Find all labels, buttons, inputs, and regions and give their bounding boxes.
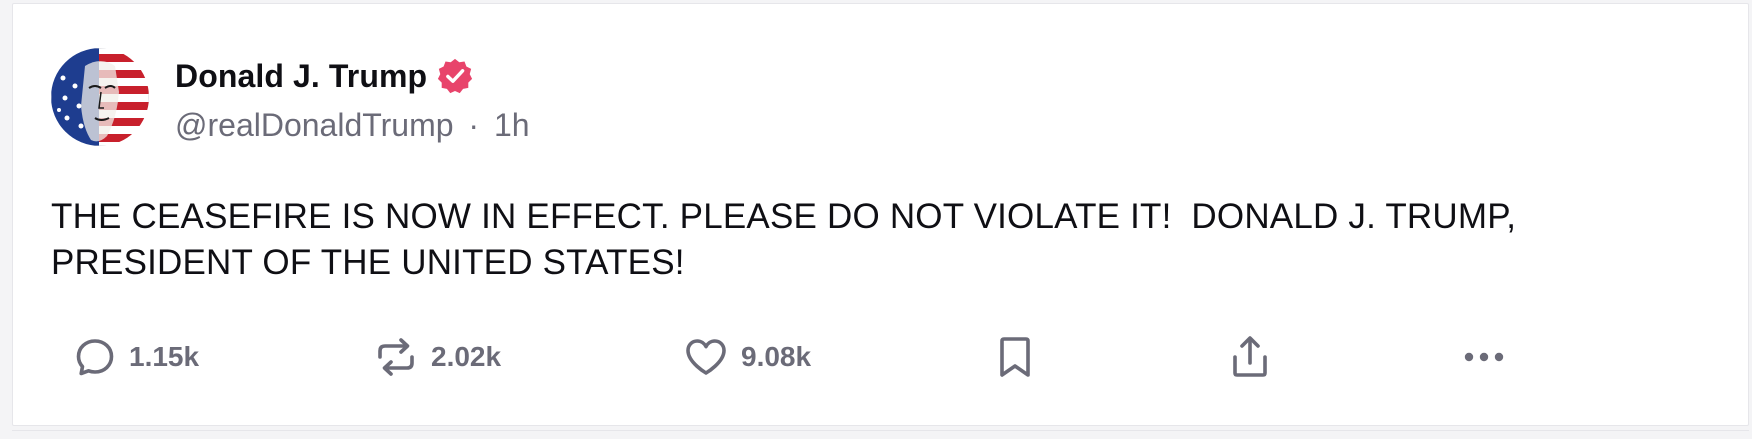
author-avatar[interactable]	[51, 48, 149, 146]
post-card: Donald J. Trump @realDonaldTrump · 1h TH…	[12, 3, 1749, 426]
post-header: Donald J. Trump @realDonaldTrump · 1h	[51, 48, 530, 146]
author-name-row: Donald J. Trump	[175, 57, 530, 95]
reply-icon	[76, 339, 114, 376]
repost-count: 2.02k	[431, 341, 502, 372]
author-handle[interactable]: @realDonaldTrump	[175, 107, 454, 143]
share-button[interactable]	[1228, 332, 1272, 382]
post-body-text: THE CEASEFIRE IS NOW IN EFFECT. PLEASE D…	[51, 197, 1517, 282]
meta-separator: ·	[468, 107, 480, 143]
more-icon	[1464, 352, 1504, 362]
author-meta: Donald J. Trump @realDonaldTrump · 1h	[175, 48, 530, 144]
repost-button[interactable]: 2.02k	[373, 332, 501, 382]
like-count: 9.08k	[741, 341, 812, 372]
post-timestamp[interactable]: 1h	[494, 107, 530, 143]
verified-badge-icon	[438, 58, 473, 94]
author-display-name[interactable]: Donald J. Trump	[175, 58, 427, 95]
bookmark-icon	[1000, 337, 1030, 377]
bookmark-button[interactable]	[993, 332, 1037, 382]
flag-portrait-avatar-icon	[51, 48, 149, 146]
like-button[interactable]: 9.08k	[683, 332, 811, 382]
next-post-divider	[12, 430, 1749, 431]
repost-icon	[378, 338, 414, 376]
author-handle-row: @realDonaldTrump · 1h	[175, 107, 530, 144]
more-options-button[interactable]	[1461, 332, 1507, 382]
post-actions-bar: 1.15k 2.02k 9.08k	[13, 332, 1748, 382]
reply-button[interactable]: 1.15k	[73, 332, 199, 382]
share-icon	[1233, 336, 1267, 377]
heart-icon	[686, 339, 726, 375]
reply-count: 1.15k	[129, 341, 200, 372]
